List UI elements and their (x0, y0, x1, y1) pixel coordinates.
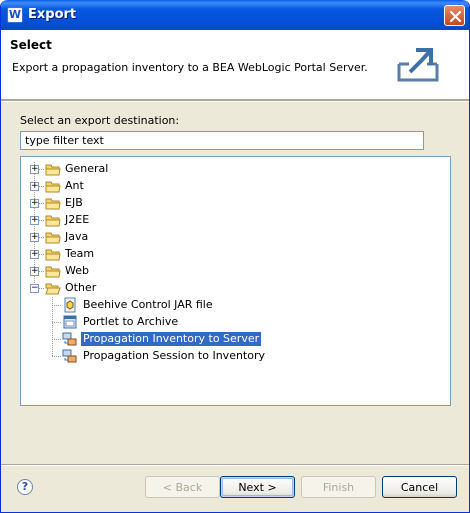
propagation-icon (62, 349, 77, 363)
expand-icon[interactable]: + (30, 233, 39, 242)
export-banner-icon (397, 48, 439, 82)
tree-node-label: Portlet to Archive (83, 315, 179, 328)
folder-icon (45, 181, 61, 193)
destination-label: Select an export destination: (20, 114, 180, 127)
open-folder-icon (45, 283, 61, 295)
close-button[interactable] (444, 5, 465, 26)
tree-node-label: Propagation Session to Inventory (83, 349, 266, 362)
cancel-button[interactable]: Cancel (382, 476, 457, 498)
page-description: Export a propagation inventory to a BEA … (12, 61, 368, 74)
tree-item-propagation-inventory-to-server[interactable]: Propagation Inventory to Server (21, 331, 281, 348)
folder-icon (45, 249, 61, 261)
expand-icon[interactable]: + (30, 182, 39, 191)
expand-icon[interactable]: + (30, 267, 39, 276)
folder-icon (45, 215, 61, 227)
tree-node-label: Java (65, 230, 89, 243)
propagation-icon (62, 332, 77, 346)
next-button[interactable]: Next > (220, 476, 295, 498)
wizard-header: Select Export a propagation inventory to… (1, 30, 469, 100)
tree-node-web[interactable]: + Web (21, 263, 221, 280)
finish-button[interactable]: Finish (301, 476, 376, 498)
portlet-icon (63, 315, 77, 329)
collapse-icon[interactable]: − (30, 284, 39, 293)
close-icon (449, 10, 462, 23)
expand-icon[interactable]: + (30, 250, 39, 259)
filter-input[interactable] (20, 131, 424, 150)
window-title: Export (28, 7, 77, 22)
tree-node-j2ee[interactable]: + J2EE (21, 212, 221, 229)
tree-node-label: Web (65, 264, 89, 277)
tree-node-ejb[interactable]: + EJB (21, 195, 221, 212)
tree-item-beehive-control-jar[interactable]: Beehive Control JAR file (21, 297, 281, 314)
tree-node-other[interactable]: − Other (21, 280, 221, 297)
beehive-jar-icon (64, 297, 76, 313)
tree-item-portlet-to-archive[interactable]: Portlet to Archive (21, 314, 281, 331)
tree-node-team[interactable]: + Team (21, 246, 221, 263)
tree-node-label: Team (65, 247, 95, 260)
tree-node-label: Beehive Control JAR file (83, 298, 213, 311)
tree-node-label: General (65, 162, 109, 175)
folder-icon (45, 232, 61, 244)
header-separator (1, 100, 469, 102)
footer-separator (1, 464, 469, 466)
tree-node-label: Propagation Inventory to Server (81, 332, 262, 346)
tree-node-ant[interactable]: + Ant (21, 178, 221, 195)
destination-tree[interactable]: + General + Ant + EJB + J2EE + Java + Te… (20, 156, 451, 406)
folder-icon (45, 164, 61, 176)
export-dialog: W Export Select Export a propagation inv… (0, 0, 470, 513)
folder-icon (45, 266, 61, 278)
tree-node-label: Other (65, 281, 97, 294)
expand-icon[interactable]: + (30, 199, 39, 208)
expand-icon[interactable]: + (30, 216, 39, 225)
tree-node-general[interactable]: + General (21, 161, 221, 178)
back-button[interactable]: < Back (145, 476, 220, 498)
help-icon[interactable]: ? (17, 479, 33, 495)
tree-node-label: Ant (65, 179, 84, 192)
folder-icon (45, 198, 61, 210)
tree-node-java[interactable]: + Java (21, 229, 221, 246)
tree-item-propagation-session-to-inventory[interactable]: Propagation Session to Inventory (21, 348, 281, 365)
tree-node-label: J2EE (65, 213, 90, 226)
expand-icon[interactable]: + (30, 165, 39, 174)
weblogic-app-icon: W (7, 7, 23, 23)
title-bar[interactable]: W Export (1, 0, 469, 30)
page-title: Select (10, 38, 52, 52)
tree-node-label: EJB (65, 196, 83, 209)
